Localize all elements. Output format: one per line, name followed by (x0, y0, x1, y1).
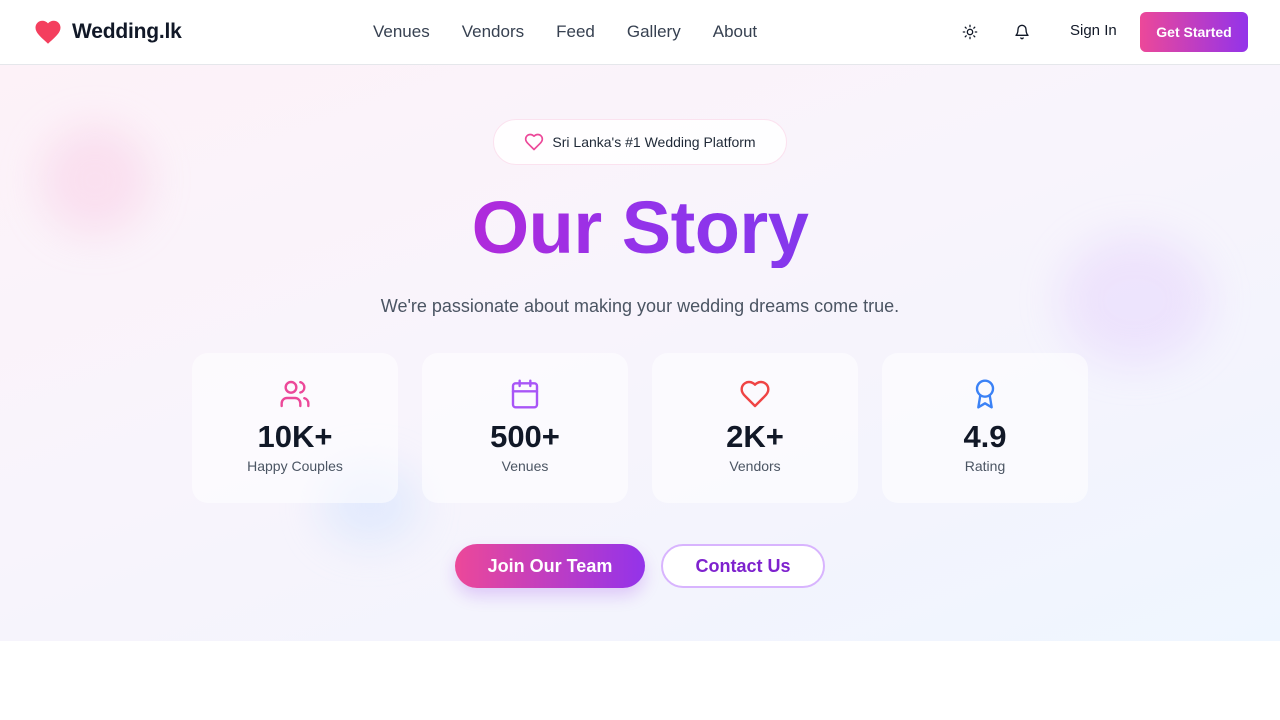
stat-card-couples: 10K+ Happy Couples (192, 353, 398, 503)
brand-name: Wedding.lk (72, 20, 182, 43)
stat-label: Rating (964, 458, 1006, 474)
join-our-team-button[interactable]: Join Our Team (455, 544, 645, 588)
site-header: Wedding.lk Venues Vendors Feed Gallery A… (0, 0, 1280, 65)
stat-card-rating: 4.9 Rating (882, 353, 1088, 503)
get-started-button[interactable]: Get Started (1140, 12, 1248, 52)
platform-badge: Sri Lanka's #1 Wedding Platform (493, 119, 787, 165)
stat-label: Happy Couples (247, 458, 343, 474)
stat-value: 500+ (490, 419, 560, 454)
stat-value: 2K+ (726, 419, 784, 454)
stat-label: Venues (501, 458, 549, 474)
brand-logo[interactable]: Wedding.lk (32, 17, 182, 47)
nav-venues[interactable]: Venues (373, 20, 430, 44)
stat-value: 4.9 (963, 419, 1007, 454)
heart-outline-icon (525, 133, 544, 151)
main-nav: Venues Vendors Feed Gallery About (373, 20, 789, 44)
page-title: Our Story (0, 187, 1280, 269)
stats-row: 10K+ Happy Couples 500+ Venues 2K+ Vendo… (192, 353, 1088, 503)
bell-icon (1015, 24, 1029, 40)
nav-about[interactable]: About (713, 20, 757, 44)
nav-gallery[interactable]: Gallery (627, 20, 681, 44)
sign-in-link[interactable]: Sign In (1070, 22, 1117, 39)
nav-vendors[interactable]: Vendors (462, 20, 524, 44)
nav-feed[interactable]: Feed (556, 20, 595, 44)
stat-label: Vendors (729, 458, 781, 474)
users-icon (280, 380, 310, 408)
notifications-button[interactable] (1010, 20, 1034, 44)
stat-value: 10K+ (257, 419, 333, 454)
heart-logo-icon (35, 20, 61, 44)
badge-text: Sri Lanka's #1 Wedding Platform (552, 134, 756, 150)
heart-icon (740, 380, 770, 408)
stat-card-venues: 500+ Venues (422, 353, 628, 503)
award-icon (975, 379, 995, 409)
stat-card-vendors: 2K+ Vendors (652, 353, 858, 503)
theme-toggle-button[interactable] (958, 20, 982, 44)
page-subtitle: We're passionate about making your weddi… (380, 296, 900, 316)
calendar-icon (511, 379, 539, 409)
hero-section: Sri Lanka's #1 Wedding Platform Our Stor… (0, 65, 1280, 641)
contact-us-button[interactable]: Contact Us (661, 544, 825, 588)
sun-icon (962, 24, 978, 40)
